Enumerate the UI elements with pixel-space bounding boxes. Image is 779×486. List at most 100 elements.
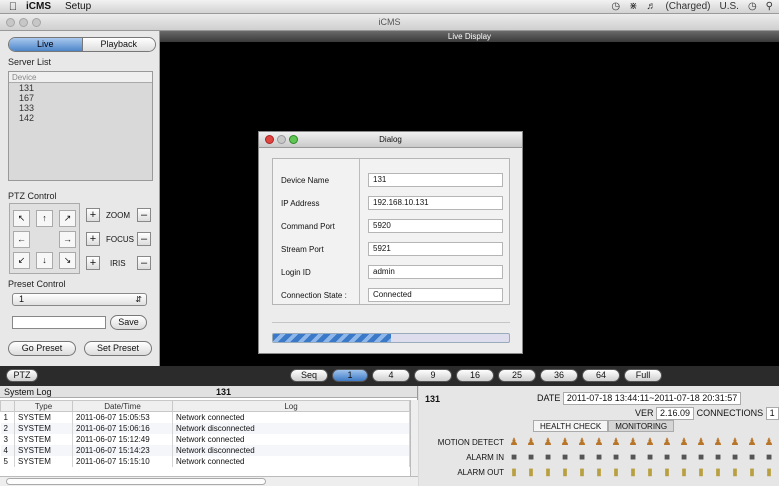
table-row[interactable]: 4 SYSTEM 2011-06-07 15:14:23 Network dis… [0, 444, 410, 456]
layout-25-button[interactable]: 25 [498, 369, 536, 382]
table-row[interactable]: 2 SYSTEM 2011-06-07 15:06:16 Network dis… [0, 422, 410, 434]
battery-status[interactable]: (Charged) [665, 1, 710, 12]
pan-up-left-button[interactable]: ↖ [13, 210, 30, 227]
table-row[interactable]: 5 SYSTEM 2011-06-07 15:15:10 Network con… [0, 455, 410, 467]
time-machine-icon[interactable]: ◷ [611, 1, 620, 12]
table-row[interactable]: 3 SYSTEM 2011-06-07 15:12:49 Network con… [0, 433, 410, 445]
log-message: Network disconnected [172, 422, 410, 434]
window-title: iCMS [378, 17, 401, 27]
server-item-133[interactable]: 133 [9, 103, 152, 113]
bluetooth-icon[interactable]: ⋇ [629, 1, 637, 12]
ptz-button[interactable]: PTZ [6, 369, 38, 382]
system-log-title: System Log [4, 387, 52, 397]
live-tab[interactable]: Live [9, 38, 83, 51]
tab-monitoring[interactable]: MONITORING [608, 420, 675, 432]
server-list-label: Server List [8, 57, 52, 67]
spotlight-icon[interactable]: ⚲ [766, 1, 773, 12]
input-source[interactable]: U.S. [719, 1, 738, 12]
layout-4-button[interactable]: 4 [372, 369, 410, 382]
mode-switch: Live Playback [8, 37, 156, 52]
alarm-in-indicator-icon: ■ [578, 452, 586, 463]
device-column-header[interactable]: Device [9, 72, 152, 83]
motion-indicator-icon: ♟ [679, 437, 689, 448]
window-titlebar: iCMS [0, 14, 779, 31]
left-panel: Live Playback Server List Device 131 167… [0, 31, 160, 366]
close-icon[interactable] [6, 18, 15, 27]
zoom-out-button[interactable]: – [137, 208, 151, 222]
apple-icon[interactable]:  [0, 1, 26, 13]
layout-64-button[interactable]: 64 [582, 369, 620, 382]
log-horizontal-scrollbar[interactable] [0, 476, 418, 486]
volume-icon[interactable]: ♬ [646, 1, 656, 12]
go-preset-button[interactable]: Go Preset [8, 341, 76, 356]
iris-open-button[interactable]: + [86, 256, 100, 270]
layout-1-button[interactable]: 1 [332, 369, 368, 382]
alarm-out-label: ALARM OUT [457, 468, 504, 477]
layout-16-button[interactable]: 16 [456, 369, 494, 382]
layout-36-button[interactable]: 36 [540, 369, 578, 382]
minimize-icon[interactable] [19, 18, 28, 27]
server-item-142[interactable]: 142 [9, 113, 152, 123]
motion-indicator-icon: ♟ [594, 437, 604, 448]
zoom-in-button[interactable]: + [86, 208, 100, 222]
setup-menu[interactable]: Setup [65, 1, 91, 12]
device-name-field[interactable]: 131 [368, 173, 503, 187]
stepper-icon: ⇵ [135, 295, 142, 304]
save-button[interactable]: Save [110, 315, 147, 330]
alarm-in-indicator-icon: ■ [765, 452, 773, 463]
motion-indicator-icon: ♟ [764, 437, 774, 448]
zoom-icon[interactable] [32, 18, 41, 27]
ptz-direction-pad: ↖ ↑ ↗ ← → ↙ ↓ ↘ [9, 203, 80, 274]
login-id-field[interactable]: admin [368, 265, 503, 279]
connection-state-field[interactable]: Connected [368, 288, 503, 302]
datetime-column-header[interactable]: Date/Time [72, 400, 173, 412]
pan-down-left-button[interactable]: ↙ [13, 252, 30, 269]
seq-button[interactable]: Seq [290, 369, 328, 382]
pan-down-button[interactable]: ↓ [36, 252, 53, 269]
layout-9-button[interactable]: 9 [414, 369, 452, 382]
motion-indicator-icon: ♟ [662, 437, 672, 448]
ip-address-field[interactable]: 192.168.10.131 [368, 196, 503, 210]
command-port-field[interactable]: 5920 [368, 219, 503, 233]
playback-tab[interactable]: Playback [82, 38, 155, 51]
table-row[interactable]: 1 SYSTEM 2011-06-07 15:05:53 Network con… [0, 411, 410, 423]
set-preset-button[interactable]: Set Preset [84, 341, 152, 356]
clock-icon[interactable]: ◷ [748, 1, 757, 12]
iris-close-button[interactable]: – [137, 256, 151, 270]
dialog-minimize-icon[interactable] [277, 135, 286, 144]
connections-label: CONNECTIONS [696, 408, 764, 418]
window-controls [6, 18, 41, 27]
dialog-close-icon[interactable] [265, 135, 274, 144]
status-tabs: HEALTH CHECK MONITORING [533, 420, 675, 432]
log-type: SYSTEM [14, 411, 73, 423]
dialog-zoom-icon[interactable] [289, 135, 298, 144]
pan-up-button[interactable]: ↑ [36, 210, 53, 227]
type-column-header[interactable]: Type [14, 400, 73, 412]
motion-indicator-icon: ♟ [747, 437, 757, 448]
focus-out-button[interactable]: – [137, 232, 151, 246]
server-list: Device 131 167 133 142 [8, 71, 153, 181]
tab-health-check[interactable]: HEALTH CHECK [533, 420, 609, 432]
preset-select[interactable]: 1 ⇵ [12, 293, 147, 306]
layout-toolbar: PTZ Seq 1 4 9 16 25 36 64 Full [0, 366, 779, 386]
alarm-out-indicator-icon: ▮ [715, 467, 721, 478]
pan-right-button[interactable]: → [59, 231, 76, 248]
pan-down-right-button[interactable]: ↘ [59, 252, 76, 269]
pan-up-right-button[interactable]: ↗ [59, 210, 76, 227]
scroll-thumb[interactable] [6, 478, 266, 485]
log-column-header[interactable]: Log [172, 400, 410, 412]
log-vertical-scrollbar[interactable] [410, 400, 418, 476]
alarm-out-indicator-icon: ▮ [647, 467, 653, 478]
alarm-in-indicator-icon: ■ [544, 452, 552, 463]
focus-in-button[interactable]: + [86, 232, 100, 246]
layout-full-button[interactable]: Full [624, 369, 662, 382]
preset-name-input[interactable] [12, 316, 106, 329]
server-item-167[interactable]: 167 [9, 93, 152, 103]
system-log-titlebar: System Log 131 [0, 386, 417, 398]
stream-port-field[interactable]: 5921 [368, 242, 503, 256]
log-message: Network connected [172, 455, 410, 467]
date-range-value: 2011-07-18 13:44:11~2011-07-18 20:31:57 [562, 392, 742, 405]
app-menu[interactable]: iCMS [26, 1, 51, 12]
pan-left-button[interactable]: ← [13, 231, 30, 248]
server-item-131[interactable]: 131 [9, 83, 152, 93]
